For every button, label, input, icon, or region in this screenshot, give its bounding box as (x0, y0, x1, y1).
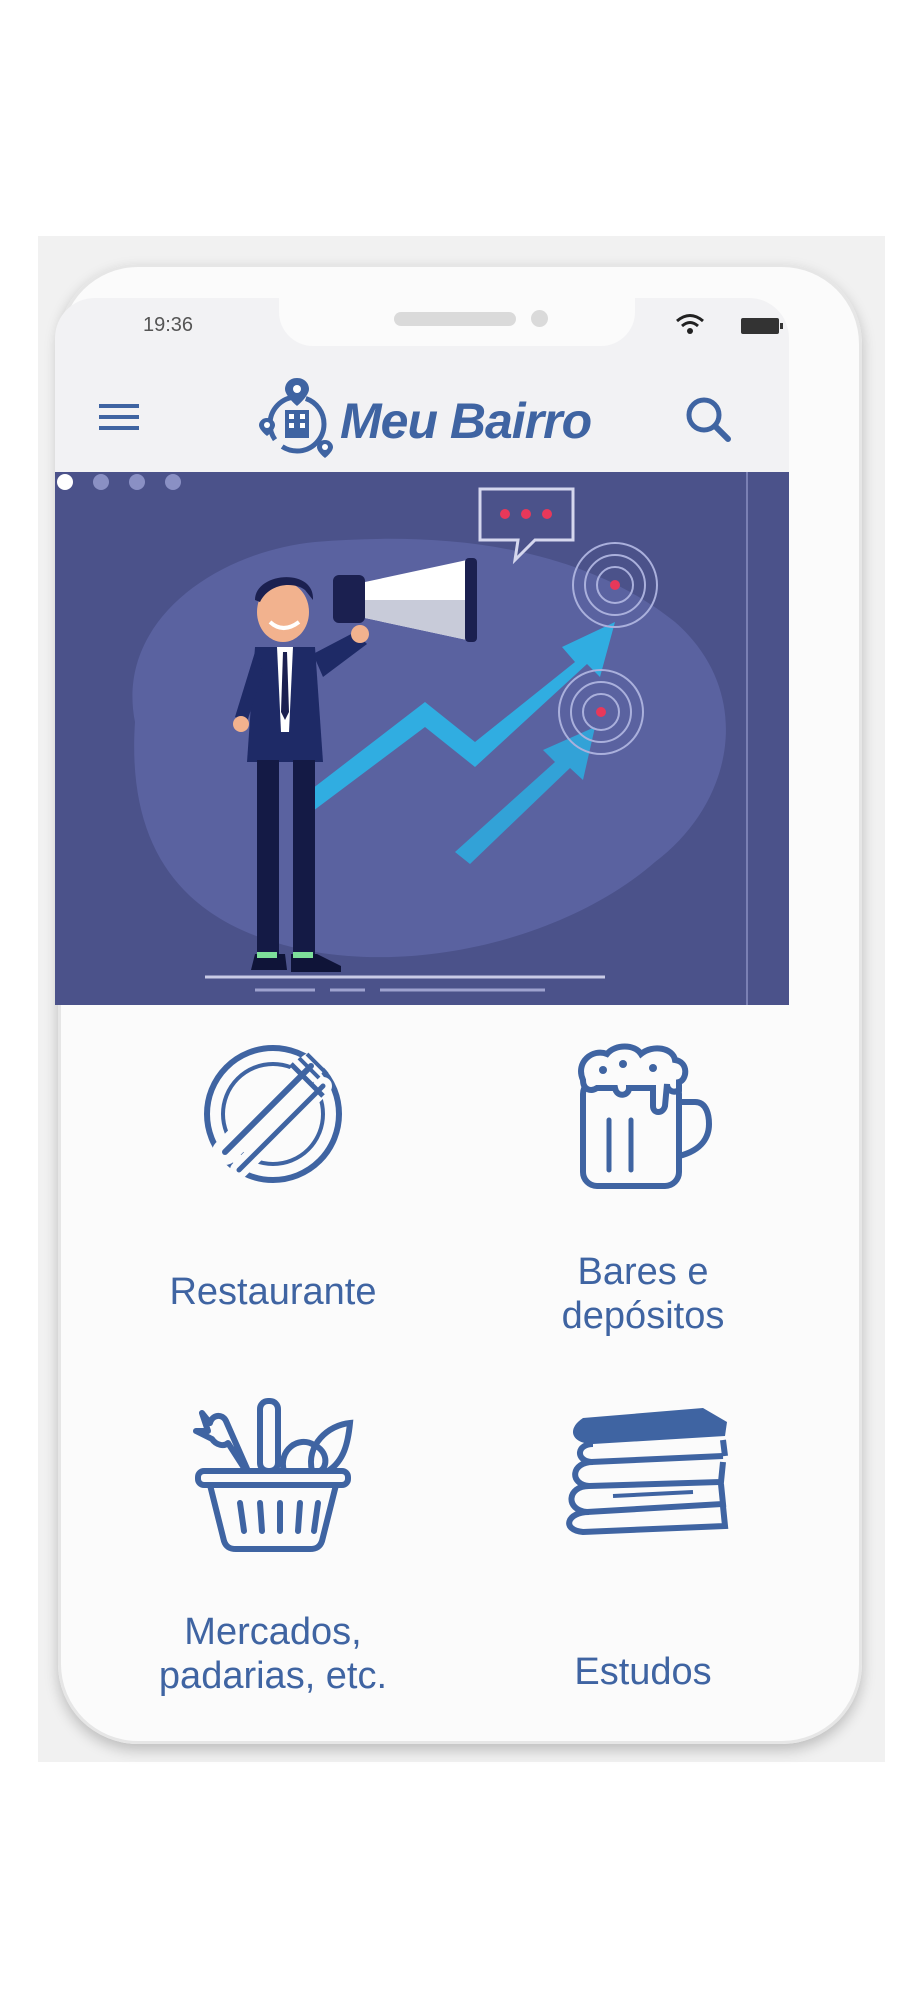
category-label-line: padarias, etc. (158, 1655, 388, 1697)
carousel-dot (93, 474, 109, 490)
search-icon[interactable] (683, 394, 733, 444)
front-camera (531, 310, 548, 327)
hamburger-menu-icon[interactable] (97, 398, 141, 436)
grocery-basket-icon (193, 1398, 354, 1552)
status-time: 19:36 (143, 314, 194, 336)
category-label-line: Mercados, (184, 1611, 362, 1653)
app-bar: Meu Bairro (55, 370, 789, 472)
carousel-page-indicator[interactable] (55, 472, 195, 492)
app-title: Meu Bairro (340, 393, 592, 449)
status-bar: 19:36 (55, 298, 789, 370)
books-icon (566, 1408, 729, 1536)
category-label-line: Estudos (574, 1651, 712, 1693)
speaker-grille (394, 312, 516, 326)
category-estudos[interactable]: Estudos (478, 1400, 808, 1700)
battery-icon (741, 318, 783, 334)
carousel-dot (165, 474, 181, 490)
wifi-icon (676, 314, 704, 334)
carousel-dot (129, 474, 145, 490)
category-mercados-padarias[interactable]: Mercados, padarias, etc. (108, 1395, 438, 1705)
category-label-line: Restaurante (169, 1271, 377, 1313)
carousel-dot-active (57, 474, 73, 490)
promo-banner-carousel[interactable] (55, 472, 789, 1005)
category-label-line: Bares e (577, 1251, 709, 1293)
banner-illustration (132, 472, 748, 1005)
plate-fork-knife-icon (204, 1045, 342, 1183)
category-label-line: depósitos (561, 1295, 725, 1337)
category-restaurante[interactable]: Restaurante (108, 1040, 438, 1330)
phone-notch (279, 298, 635, 346)
beer-mug-icon (578, 1043, 713, 1189)
category-bares-e-depositos[interactable]: Bares e depósitos (478, 1040, 808, 1340)
app-logo: Meu Bairro (255, 376, 595, 466)
neighborhood-pin-icon (259, 378, 333, 458)
